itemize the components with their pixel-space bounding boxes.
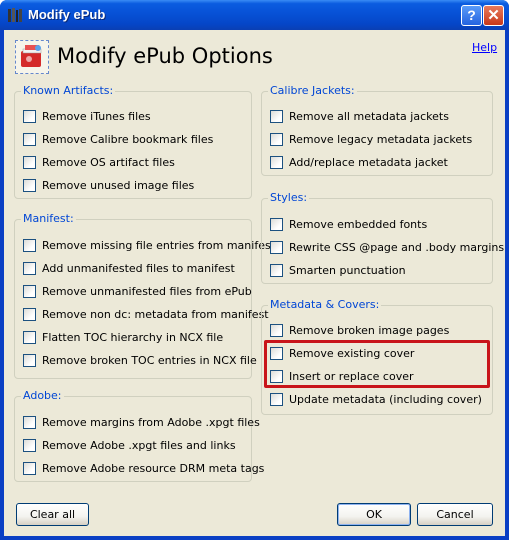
checkbox[interactable] <box>23 155 36 169</box>
option-label: Insert or replace cover <box>289 369 414 383</box>
close-button[interactable]: ✕ <box>483 5 504 26</box>
option-remove-os-artifact-files[interactable]: Remove OS artifact files <box>23 154 175 170</box>
option-remove-broken-image-pages[interactable]: Remove broken image pages <box>270 322 449 338</box>
group-title: Styles: <box>268 191 310 204</box>
checkbox[interactable] <box>270 369 283 383</box>
option-remove-itunes-files[interactable]: Remove iTunes files <box>23 108 151 124</box>
checkbox[interactable] <box>23 109 36 123</box>
group-title: Calibre Jackets: <box>268 84 357 97</box>
checkbox[interactable] <box>23 330 36 344</box>
option-remove-unused-image-files[interactable]: Remove unused image files <box>23 177 194 193</box>
group-title: Metadata & Covers: <box>268 298 382 311</box>
option-label: Remove OS artifact files <box>42 155 175 169</box>
group-title: Manifest: <box>21 212 76 225</box>
group-styles: Styles: Remove embedded fonts Rewrite CS… <box>261 191 504 284</box>
checkbox[interactable] <box>270 263 283 277</box>
option-remove-embedded-fonts[interactable]: Remove embedded fonts <box>270 216 427 232</box>
checkbox[interactable] <box>270 109 283 123</box>
option-label: Remove Calibre bookmark files <box>42 132 214 146</box>
title-help-button[interactable]: ? <box>461 5 482 26</box>
group-title: Known Artifacts: <box>21 84 116 97</box>
group-title: Adobe: <box>21 389 64 402</box>
calibre-books-icon <box>8 8 22 22</box>
option-remove-adobe-xpgt-files[interactable]: Remove Adobe .xpgt files and links <box>23 437 236 453</box>
option-remove-calibre-bookmark-files[interactable]: Remove Calibre bookmark files <box>23 131 213 147</box>
option-label: Remove non dc: metadata from manifest <box>42 307 269 321</box>
epub-book-icon <box>15 40 49 74</box>
option-label: Remove legacy metadata jackets <box>289 132 473 146</box>
ok-button[interactable]: OK <box>337 503 411 526</box>
cancel-button[interactable]: Cancel <box>417 503 493 526</box>
checkbox[interactable] <box>270 240 283 254</box>
option-label: Remove Adobe resource DRM meta tags <box>42 461 265 475</box>
checkbox[interactable] <box>23 307 36 321</box>
option-add-replace-metadata-jacket[interactable]: Add/replace metadata jacket <box>270 154 448 170</box>
checkbox[interactable] <box>270 132 283 146</box>
option-label: Remove all metadata jackets <box>289 109 449 123</box>
option-remove-adobe-margins[interactable]: Remove margins from Adobe .xpgt files <box>23 414 260 430</box>
checkbox[interactable] <box>23 438 36 452</box>
checkbox[interactable] <box>23 238 36 252</box>
option-label: Remove existing cover <box>289 346 415 360</box>
option-label: Remove embedded fonts <box>289 217 428 231</box>
option-label: Remove margins from Adobe .xpgt files <box>42 415 260 429</box>
option-label: Remove broken TOC entries in NCX file <box>42 353 257 367</box>
option-remove-broken-toc-entries[interactable]: Remove broken TOC entries in NCX file <box>23 352 257 368</box>
dialog-window: Modify ePub ? ✕ Modify ePub Options Help… <box>0 0 509 540</box>
option-label: Remove unmanifested files from ePub <box>42 284 252 298</box>
clear-all-button[interactable]: Clear all <box>16 503 89 526</box>
option-label: Remove broken image pages <box>289 323 450 337</box>
group-adobe: Adobe: Remove margins from Adobe .xpgt f… <box>14 389 264 482</box>
option-label: Flatten TOC hierarchy in NCX file <box>42 330 224 344</box>
option-label: Smarten punctuation <box>289 263 406 277</box>
group-known-artifacts: Known Artifacts: Remove iTunes files Rem… <box>14 84 252 199</box>
help-link[interactable]: Help <box>472 41 497 54</box>
option-label: Add unmanifested files to manifest <box>42 261 235 275</box>
option-update-metadata[interactable]: Update metadata (including cover) <box>270 391 482 407</box>
option-insert-replace-cover[interactable]: Insert or replace cover <box>270 368 414 384</box>
checkbox[interactable] <box>23 461 36 475</box>
checkbox[interactable] <box>23 284 36 298</box>
option-label: Rewrite CSS @page and .body margins <box>289 240 505 254</box>
checkbox[interactable] <box>23 132 36 146</box>
option-remove-legacy-metadata-jackets[interactable]: Remove legacy metadata jackets <box>270 131 472 147</box>
option-flatten-toc-hierarchy[interactable]: Flatten TOC hierarchy in NCX file <box>23 329 223 345</box>
option-add-unmanifested-files[interactable]: Add unmanifested files to manifest <box>23 260 235 276</box>
option-label: Add/replace metadata jacket <box>289 155 448 169</box>
group-metadata-covers: Metadata & Covers: Remove broken image p… <box>261 298 493 415</box>
checkbox[interactable] <box>270 155 283 169</box>
option-remove-non-dc-metadata[interactable]: Remove non dc: metadata from manifest <box>23 306 269 322</box>
option-remove-all-metadata-jackets[interactable]: Remove all metadata jackets <box>270 108 449 124</box>
option-label: Remove Adobe .xpgt files and links <box>42 438 236 452</box>
option-smarten-punctuation[interactable]: Smarten punctuation <box>270 262 406 278</box>
page-title: Modify ePub Options <box>57 44 273 68</box>
checkbox[interactable] <box>270 217 283 231</box>
option-remove-adobe-drm-meta[interactable]: Remove Adobe resource DRM meta tags <box>23 460 264 476</box>
group-calibre-jackets: Calibre Jackets: Remove all metadata jac… <box>261 84 493 176</box>
title-bar[interactable]: Modify ePub ? ✕ <box>0 0 509 30</box>
option-label: Remove unused image files <box>42 178 195 192</box>
dialog-body: Modify ePub Options Help Known Artifacts… <box>4 30 505 536</box>
window-title: Modify ePub <box>28 7 106 22</box>
option-label: Update metadata (including cover) <box>289 392 482 406</box>
group-manifest: Manifest: Remove missing file entries fr… <box>14 212 275 379</box>
option-remove-missing-file-entries[interactable]: Remove missing file entries from manifes… <box>23 237 275 253</box>
checkbox[interactable] <box>23 415 36 429</box>
checkbox[interactable] <box>270 392 283 406</box>
checkbox[interactable] <box>23 178 36 192</box>
option-label: Remove iTunes files <box>42 109 151 123</box>
checkbox[interactable] <box>270 323 283 337</box>
checkbox[interactable] <box>23 353 36 367</box>
checkbox[interactable] <box>23 261 36 275</box>
option-rewrite-css-margins[interactable]: Rewrite CSS @page and .body margins <box>270 239 504 255</box>
option-label: Remove missing file entries from manifes… <box>42 238 276 252</box>
checkbox[interactable] <box>270 346 283 360</box>
option-remove-unmanifested-files[interactable]: Remove unmanifested files from ePub <box>23 283 252 299</box>
option-remove-existing-cover[interactable]: Remove existing cover <box>270 345 414 361</box>
